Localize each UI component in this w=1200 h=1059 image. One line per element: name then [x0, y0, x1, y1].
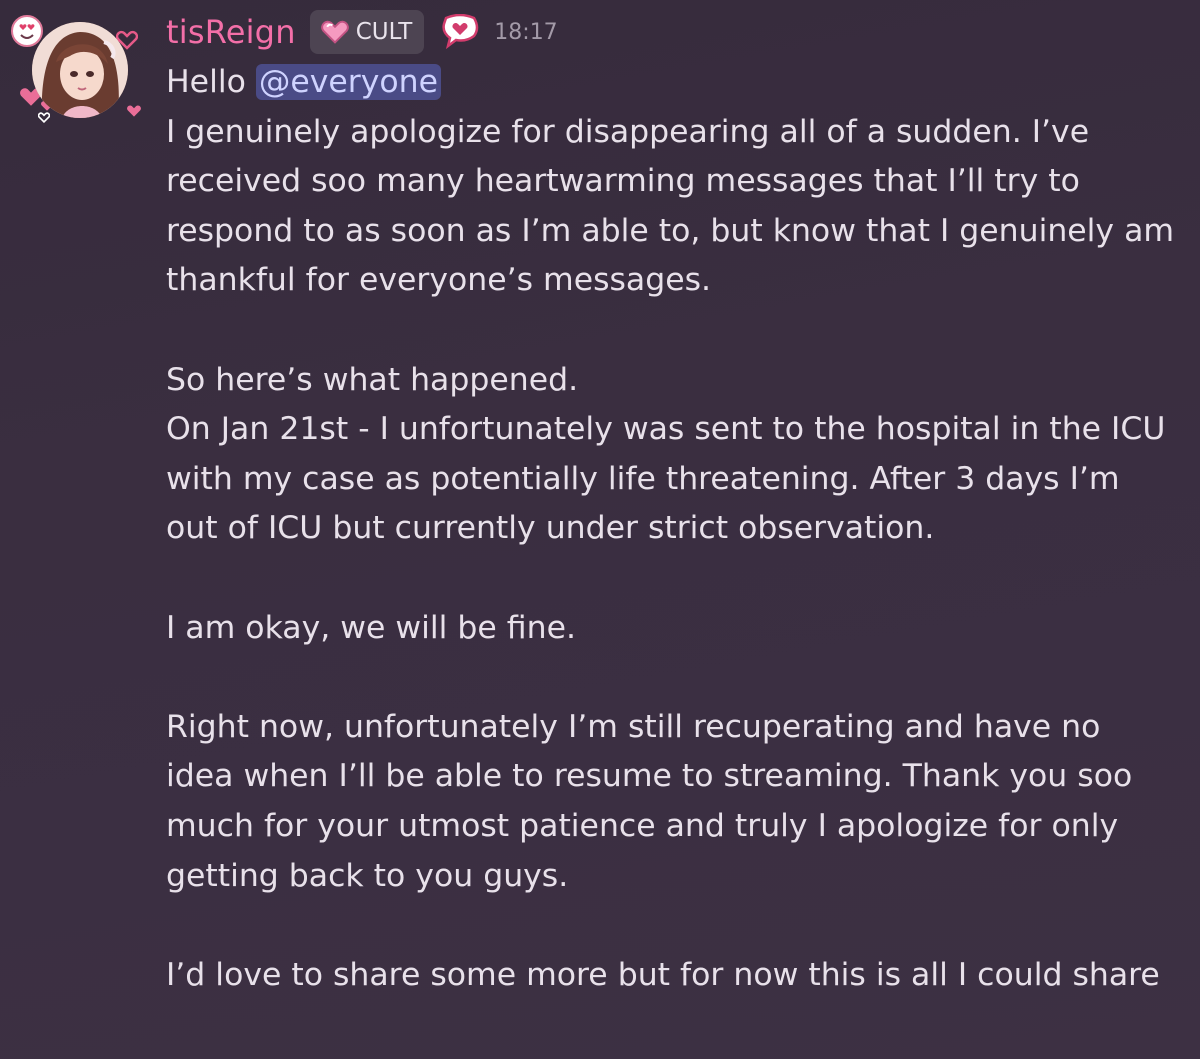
message-paragraph: I genuinely apologize for disappearing a…	[166, 113, 1175, 299]
message-paragraph: On Jan 21st - I unfortunately was sent t…	[166, 411, 1166, 547]
pink-heart-icon	[320, 20, 349, 44]
heart-icon	[38, 112, 50, 123]
heart-icon	[127, 105, 141, 117]
greeting-text: Hello	[166, 64, 246, 100]
avatar-group[interactable]	[10, 8, 141, 133]
anime-girl-avatar-icon	[32, 22, 128, 118]
message-paragraph: Right now, unfortunately I’m still recup…	[166, 708, 1133, 894]
avatar[interactable]	[32, 22, 128, 118]
message-paragraph: I am okay, we will be fine.	[166, 609, 577, 646]
message-header: tisReign CULT 18:17	[166, 8, 558, 56]
role-badge[interactable]: CULT	[309, 10, 425, 54]
heart-speech-bubble-icon[interactable]	[440, 14, 480, 50]
username[interactable]: tisReign	[166, 13, 296, 51]
role-badge-label: CULT	[355, 19, 413, 45]
message-paragraph: So here’s what happened.	[166, 361, 579, 398]
chat-message: tisReign CULT 18:17 Hello @everyone I ge…	[0, 0, 1200, 1059]
message-timestamp: 18:17	[494, 19, 558, 45]
message-paragraph: I’d love to share some more but for now …	[166, 956, 1160, 993]
greeting-line: Hello @everyone	[166, 58, 1176, 108]
everyone-mention[interactable]: @everyone	[255, 64, 441, 100]
message-content: Hello @everyone I genuinely apologize fo…	[166, 58, 1176, 1000]
